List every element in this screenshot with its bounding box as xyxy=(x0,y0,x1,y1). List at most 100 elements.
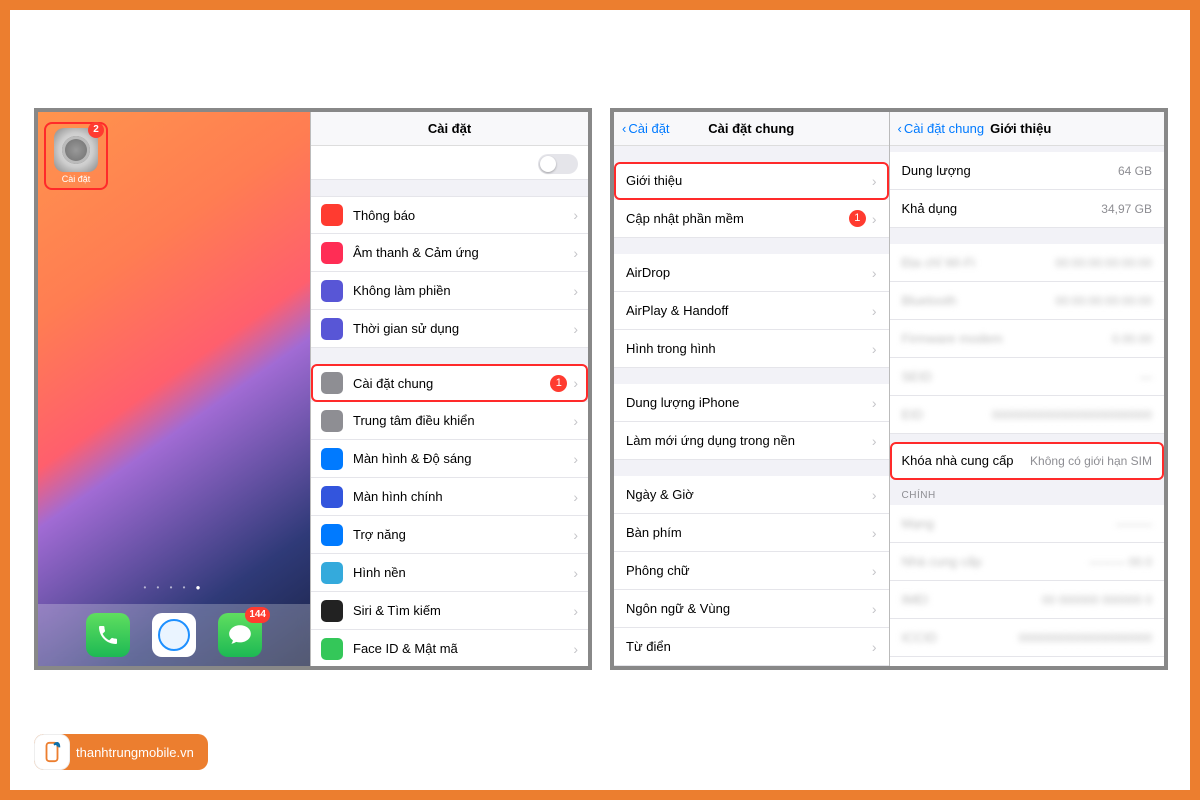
phone-app-icon[interactable] xyxy=(86,613,130,657)
cell-thong-bao[interactable]: Thông báo› xyxy=(311,196,588,234)
row-font[interactable]: Phông chữ› xyxy=(614,552,889,590)
siri-label: Siri & Tìm kiếm xyxy=(353,603,573,618)
about-nav: ‹Cài đặt chung Giới thiệu xyxy=(890,112,1165,146)
chevron-right-icon: › xyxy=(573,413,578,429)
modem-row[interactable]: Firmware modem0.00.00 xyxy=(890,320,1165,358)
row-pip[interactable]: Hình trong hình› xyxy=(614,330,889,368)
chevron-right-icon: › xyxy=(573,527,578,543)
airplane-toggle-row[interactable] xyxy=(311,146,588,180)
airdrop-label: AirDrop xyxy=(626,265,872,280)
general-badge: 1 xyxy=(550,375,567,392)
iccid-row[interactable]: ICCID00000000000000000000 xyxy=(890,619,1165,657)
kb-label: Bàn phím xyxy=(626,525,872,540)
settings-badge: 2 xyxy=(88,122,104,138)
cell-display[interactable]: Màn hình & Độ sáng› xyxy=(311,440,588,478)
messages-app-icon[interactable]: 144 xyxy=(218,613,262,657)
available-row[interactable]: Khả dụng34,97 GB xyxy=(890,190,1165,228)
chevron-right-icon: › xyxy=(872,563,877,579)
wallpaper-label: Hình nền xyxy=(353,565,573,580)
airplay-label: AirPlay & Handoff xyxy=(626,303,872,318)
update-badge: 1 xyxy=(849,210,866,227)
homescr-icon xyxy=(321,486,343,508)
row-about[interactable]: Giới thiệu› xyxy=(614,162,889,200)
dock: 144 xyxy=(38,604,310,666)
am-thanh-icon xyxy=(321,242,343,264)
chevron-right-icon: › xyxy=(573,321,578,337)
chevron-right-icon: › xyxy=(872,487,877,503)
faceid-label: Face ID & Mật mã xyxy=(353,641,573,656)
row-bgapp[interactable]: Làm mới ứng dụng trong nền› xyxy=(614,422,889,460)
cell-wallpaper[interactable]: Hình nền› xyxy=(311,554,588,592)
imei-row[interactable]: IMEI00 000000 000000 0 xyxy=(890,581,1165,619)
cell-access[interactable]: Trợ năng› xyxy=(311,516,588,554)
cell-klp[interactable]: Không làm phiền› xyxy=(311,272,588,310)
cell-homescr[interactable]: Màn hình chính› xyxy=(311,478,588,516)
cell-control[interactable]: Trung tâm điều khiển› xyxy=(311,402,588,440)
row-airplay[interactable]: AirPlay & Handoff› xyxy=(614,292,889,330)
network-row[interactable]: Mạng——— xyxy=(890,505,1165,543)
carrier-lock-row[interactable]: Khóa nhà cung cấpKhông có giới hạn SIM xyxy=(890,442,1165,480)
settings-main-list: Cài đặt Thông báo›Âm thanh & Cảm ứng›Khô… xyxy=(310,112,588,666)
home-screen: 2 Cài đặt • • • • ● 144 xyxy=(38,112,310,666)
seid-row[interactable]: SEID— xyxy=(890,358,1165,396)
chevron-right-icon: › xyxy=(573,451,578,467)
brand-logo-icon xyxy=(34,734,70,770)
cell-tgsd[interactable]: Thời gian sử dụng› xyxy=(311,310,588,348)
cell-am-thanh[interactable]: Âm thanh & Cảm ứng› xyxy=(311,234,588,272)
bluetooth-row[interactable]: Bluetooth00:00:00:00:00:00 xyxy=(890,282,1165,320)
cell-faceid[interactable]: Face ID & Mật mã› xyxy=(311,630,588,666)
thong-bao-icon xyxy=(321,204,343,226)
panel-step1: 2 Cài đặt • • • • ● 144 Cài đặt Thông xyxy=(34,108,592,670)
row-date[interactable]: Ngày & Giờ› xyxy=(614,476,889,514)
cell-siri[interactable]: Siri & Tìm kiếm› xyxy=(311,592,588,630)
chevron-right-icon: › xyxy=(573,245,578,261)
about-list: ‹Cài đặt chung Giới thiệu Dung lượng64 G… xyxy=(890,112,1165,666)
brand-text: thanhtrungmobile.vn xyxy=(66,745,208,760)
chevron-right-icon: › xyxy=(872,211,877,227)
general-icon xyxy=(321,372,343,394)
row-airdrop[interactable]: AirDrop› xyxy=(614,254,889,292)
siri-icon xyxy=(321,600,343,622)
tgsd-icon xyxy=(321,318,343,340)
cell-general[interactable]: Cài đặt chung1› xyxy=(311,364,588,402)
carrier-row[interactable]: Nhà cung cấp——— 00.0 xyxy=(890,543,1165,581)
faceid-icon xyxy=(321,638,343,660)
access-icon xyxy=(321,524,343,546)
safari-app-icon[interactable] xyxy=(152,613,196,657)
wifi-addr-row[interactable]: Địa chỉ Wi-Fi00:00:00:00:00:00 xyxy=(890,244,1165,282)
display-icon xyxy=(321,448,343,470)
am-thanh-label: Âm thanh & Cảm ứng xyxy=(353,245,573,260)
display-label: Màn hình & Độ sáng xyxy=(353,451,573,466)
row-storage[interactable]: Dung lượng iPhone› xyxy=(614,384,889,422)
chevron-right-icon: › xyxy=(872,265,877,281)
compass-icon xyxy=(158,619,190,651)
row-dict[interactable]: Từ điển› xyxy=(614,628,889,666)
row-update[interactable]: Cập nhật phần mềm1› xyxy=(614,200,889,238)
row-kb[interactable]: Bàn phím› xyxy=(614,514,889,552)
capacity-row[interactable]: Dung lượng64 GB xyxy=(890,152,1165,190)
messages-badge: 144 xyxy=(245,607,270,623)
homescr-label: Màn hình chính xyxy=(353,489,573,504)
panel-step2-3: ‹Cài đặt Cài đặt chung Giới thiệu›Cập nh… xyxy=(610,108,1168,670)
chevron-right-icon: › xyxy=(573,603,578,619)
chevron-right-icon: › xyxy=(872,395,877,411)
settings-app-highlight: 2 Cài đặt xyxy=(44,122,108,190)
back-to-general[interactable]: ‹Cài đặt chung xyxy=(898,121,985,136)
gear-icon xyxy=(62,136,90,164)
meid-row[interactable]: MEID00000000000000 xyxy=(890,657,1165,666)
klp-label: Không làm phiền xyxy=(353,283,573,298)
control-icon xyxy=(321,410,343,432)
bgapp-label: Làm mới ứng dụng trong nền xyxy=(626,433,872,448)
toggle-icon xyxy=(538,154,578,174)
chevron-right-icon: › xyxy=(573,207,578,223)
wallpaper-icon xyxy=(321,562,343,584)
settings-app-icon[interactable]: 2 xyxy=(54,128,98,172)
back-to-settings[interactable]: ‹Cài đặt xyxy=(622,121,670,136)
eid-row[interactable]: EID000000000000000000000000 xyxy=(890,396,1165,434)
chevron-right-icon: › xyxy=(573,489,578,505)
row-lang[interactable]: Ngôn ngữ & Vùng› xyxy=(614,590,889,628)
chevron-right-icon: › xyxy=(872,525,877,541)
general-nav: ‹Cài đặt Cài đặt chung xyxy=(614,112,889,146)
general-settings-list: ‹Cài đặt Cài đặt chung Giới thiệu›Cập nh… xyxy=(614,112,890,666)
control-label: Trung tâm điều khiển xyxy=(353,413,573,428)
